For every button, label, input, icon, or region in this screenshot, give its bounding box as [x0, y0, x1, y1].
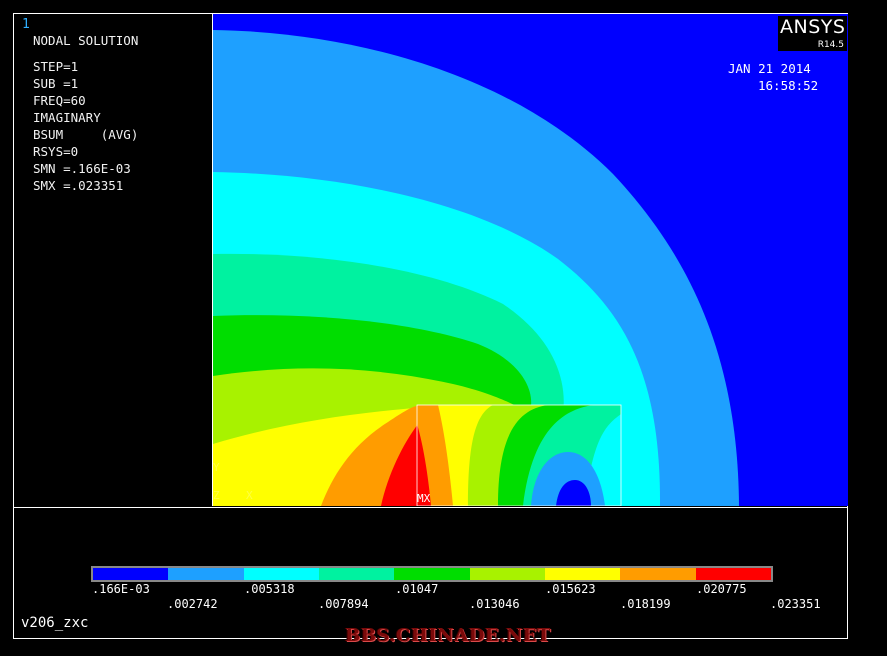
- info-line-smn: SMN =.166E-03: [33, 161, 131, 176]
- legend-label: .01047: [395, 582, 439, 596]
- axis-y-label: Y: [213, 461, 220, 474]
- legend-label: .020775: [696, 582, 747, 596]
- max-marker: MX: [417, 492, 431, 505]
- info-line-bsum: BSUM (AVG): [33, 127, 139, 142]
- legend-swatch: [620, 568, 696, 580]
- legend-label: .166E-03: [92, 582, 150, 596]
- timestamp-time: 16:58:52: [758, 78, 819, 93]
- legend-swatch: [394, 568, 470, 580]
- info-line-smx: SMX =.023351: [33, 178, 124, 193]
- watermark: BBS.CHINADE.NET: [345, 625, 551, 646]
- legend-label: .023351: [770, 597, 821, 611]
- axis-x-label: X: [246, 489, 253, 502]
- info-line-sub: SUB =1: [33, 76, 79, 91]
- legend-label: .005318: [244, 582, 295, 596]
- info-line-step: STEP=1: [33, 59, 79, 74]
- axis-z-label: Z: [213, 489, 220, 502]
- legend-swatch: [695, 568, 771, 580]
- info-line-title: NODAL SOLUTION: [33, 33, 139, 48]
- legend-swatch: [318, 568, 395, 580]
- window-number: 1: [22, 17, 30, 32]
- contour-plot-area[interactable]: Y Z X MX: [213, 14, 848, 506]
- legend-swatch: [243, 568, 319, 580]
- ansys-graphics-window: 1 NODAL SOLUTION STEP=1 SUB =1 FREQ=60 I…: [0, 0, 887, 656]
- zoom-inset: [416, 404, 622, 506]
- legend-swatch: [469, 568, 545, 580]
- legend-label: .002742: [167, 597, 218, 611]
- ansys-logo: ANSYS R14.5: [778, 16, 847, 51]
- legend-swatch: [544, 568, 621, 580]
- plot-title: v206_zxc: [21, 615, 89, 631]
- legend-label: .015623: [545, 582, 596, 596]
- legend-swatch: [93, 568, 169, 580]
- timestamp-date: JAN 21 2014: [728, 61, 811, 76]
- info-line-freq: FREQ=60: [33, 93, 86, 108]
- logo-version: R14.5: [817, 40, 844, 50]
- legend-label: .013046: [469, 597, 520, 611]
- contour-plot: [213, 14, 848, 506]
- legend-label: .018199: [620, 597, 671, 611]
- info-panel: 1 NODAL SOLUTION STEP=1 SUB =1 FREQ=60 I…: [14, 14, 213, 506]
- color-legend-bar: [91, 566, 773, 582]
- legend-swatch: [168, 568, 244, 580]
- info-line-imaginary: IMAGINARY: [33, 110, 101, 125]
- logo-name: ANSYS: [780, 16, 846, 38]
- info-line-rsys: RSYS=0: [33, 144, 79, 159]
- legend-label: .007894: [318, 597, 369, 611]
